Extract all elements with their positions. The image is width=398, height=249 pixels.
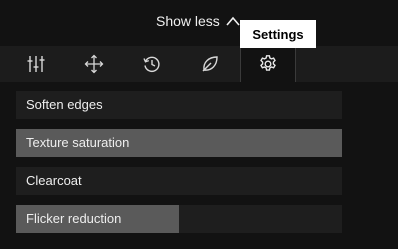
- slider-clearcoat[interactable]: Clearcoat: [16, 167, 342, 195]
- tab-history[interactable]: [124, 46, 180, 82]
- slider-label: Texture saturation: [26, 135, 130, 150]
- header-bar: Show less: [0, 0, 398, 46]
- tab-adjustments[interactable]: [8, 46, 64, 82]
- tab-transform[interactable]: [66, 46, 122, 82]
- slider-label: Flicker reduction: [26, 211, 122, 226]
- show-less-button[interactable]: Show less: [156, 13, 240, 29]
- sliders-icon: [26, 54, 46, 74]
- slider-label: Clearcoat: [26, 173, 82, 188]
- move-arrows-icon: [84, 54, 104, 74]
- settings-tooltip: Settings: [240, 20, 316, 48]
- tab-strip: [0, 46, 398, 82]
- leaf-icon: [200, 54, 220, 74]
- slider-label: Soften edges: [26, 97, 103, 112]
- show-less-label: Show less: [156, 13, 220, 29]
- slider-flicker-reduction[interactable]: Flicker reduction: [16, 205, 342, 233]
- tab-settings[interactable]: [240, 46, 296, 82]
- settings-panel: Soften edges Texture saturation Clearcoa…: [0, 82, 398, 249]
- slider-soften-edges[interactable]: Soften edges: [16, 91, 342, 119]
- slider-texture-saturation[interactable]: Texture saturation: [16, 129, 342, 157]
- tab-eco[interactable]: [182, 46, 238, 82]
- history-icon: [142, 54, 162, 74]
- chevron-up-icon: [226, 16, 240, 26]
- gear-icon: [258, 54, 278, 74]
